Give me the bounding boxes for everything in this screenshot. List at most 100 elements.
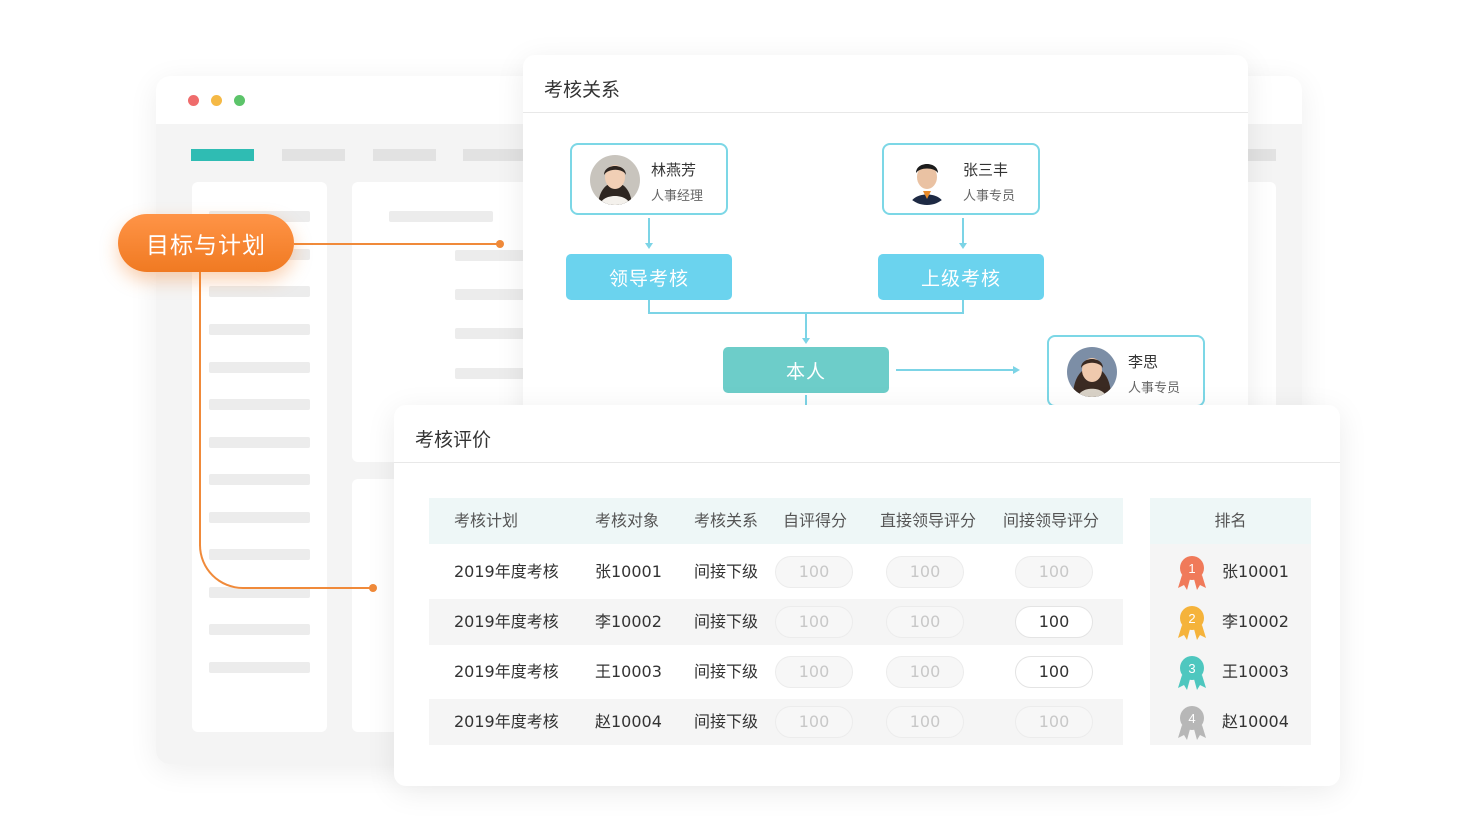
relation-card-title: 考核关系 [544,79,621,101]
target-cell: 张10001 [595,562,662,581]
subordinate-person-card[interactable]: 李思 人事专员 [1047,335,1205,407]
ranking-row[interactable]: 4 赵10004 [1150,699,1311,745]
table-row[interactable]: 2019年度考核 李10002 间接下级 100 100 100 [429,599,1123,645]
window-maximize-dot[interactable] [234,95,245,106]
column-header: 考核关系 [694,511,759,530]
medal-icon: 2 [1178,606,1206,640]
ranking-row[interactable]: 2 李10002 [1150,599,1311,645]
medal-rank-number: 4 [1188,711,1195,726]
window-minimize-dot[interactable] [211,95,222,106]
direct-score-field[interactable]: 100 [886,706,964,738]
flow-line [648,218,650,244]
target-cell: 李10002 [595,612,662,631]
target-cell: 赵10004 [595,712,662,731]
placeholder-line [209,512,310,523]
medal-rank-number: 3 [1188,661,1195,676]
column-header: 自评得分 [783,511,848,530]
placeholder-line [209,286,310,297]
column-header: 考核对象 [595,511,660,530]
person-role: 人事专员 [1128,381,1181,396]
table-header: 考核计划 考核对象 考核关系 自评得分 直接领导评分 间接领导评分 [429,498,1123,544]
person-name: 李思 [1128,353,1159,371]
placeholder-line [209,437,310,448]
placeholder-line [209,362,310,373]
placeholder-tab[interactable] [463,149,526,161]
evaluation-card-title: 考核评价 [415,429,492,451]
tag-connector-line [199,266,201,546]
placeholder-tab[interactable] [282,149,345,161]
ranking-name: 李10002 [1222,612,1289,631]
ranking-name: 张10001 [1222,562,1289,581]
avatar [902,155,952,205]
medal-rank-number: 1 [1188,561,1195,576]
direct-score-field[interactable]: 100 [886,656,964,688]
connector-dot [369,584,377,592]
plan-cell: 2019年度考核 [454,612,559,631]
placeholder-line [389,211,493,222]
table-row[interactable]: 2019年度考核 张10001 间接下级 100 100 100 [429,549,1123,595]
placeholder-line [209,399,310,410]
ranking-name: 赵10004 [1222,712,1289,731]
window-close-dot[interactable] [188,95,199,106]
medal-icon: 4 [1178,706,1206,740]
flow-line [896,369,1013,371]
placeholder-line [209,662,310,673]
self-score-field[interactable]: 100 [775,706,853,738]
self-score-field[interactable]: 100 [775,556,853,588]
person-role: 人事专员 [963,189,1016,204]
placeholder-line [209,474,310,485]
leader-person-card[interactable]: 林燕芳 人事经理 [570,143,728,215]
arrow-down-icon [645,243,653,249]
flow-line [962,218,964,244]
arrow-right-icon [1013,366,1020,374]
indirect-score-field[interactable]: 100 [1015,606,1093,638]
person-name: 林燕芳 [651,161,697,179]
card-divider [523,112,1248,113]
arrow-down-icon [802,338,810,344]
card-divider [394,462,1340,463]
indirect-score-field[interactable]: 100 [1015,706,1093,738]
placeholder-tab[interactable] [373,149,436,161]
placeholder-tab-active[interactable] [191,149,254,161]
column-header: 间接领导评分 [1003,511,1100,530]
ranking-header: 排名 [1150,498,1311,544]
placeholder-line [209,324,310,335]
leader-review-box[interactable]: 领导考核 [566,254,732,300]
tag-connector-line [294,243,498,245]
medal-rank-number: 2 [1188,611,1195,626]
target-cell: 王10003 [595,662,662,681]
avatar [1067,347,1117,397]
plan-cell: 2019年度考核 [454,662,559,681]
relation-cell: 间接下级 [694,562,759,581]
medal-icon: 1 [1178,556,1206,590]
superior-person-card[interactable]: 张三丰 人事专员 [882,143,1040,215]
self-box[interactable]: 本人 [723,347,889,393]
person-name: 张三丰 [963,161,1009,179]
indirect-score-field[interactable]: 100 [1015,556,1093,588]
goals-plans-tag[interactable]: 目标与计划 [118,214,294,272]
ranking-row[interactable]: 1 张10001 [1150,549,1311,595]
ranking-panel: 排名 1 张10001 2 李10002 3 王10003 4 赵10004 [1150,498,1311,745]
person-role: 人事经理 [651,189,704,204]
relation-cell: 间接下级 [694,712,759,731]
medal-icon: 3 [1178,656,1206,690]
plan-cell: 2019年度考核 [454,562,559,581]
table-row[interactable]: 2019年度考核 王10003 间接下级 100 100 100 [429,649,1123,695]
tag-connector-line [246,587,370,589]
ranking-name: 王10003 [1222,662,1289,681]
direct-score-field[interactable]: 100 [886,556,964,588]
column-header: 考核计划 [454,511,519,530]
table-row[interactable]: 2019年度考核 赵10004 间接下级 100 100 100 [429,699,1123,745]
self-score-field[interactable]: 100 [775,606,853,638]
arrow-down-icon [959,243,967,249]
placeholder-line [209,624,310,635]
superior-review-box[interactable]: 上级考核 [878,254,1044,300]
ranking-row[interactable]: 3 王10003 [1150,649,1311,695]
placeholder-tab[interactable] [1248,149,1276,161]
indirect-score-field[interactable]: 100 [1015,656,1093,688]
direct-score-field[interactable]: 100 [886,606,964,638]
avatar [590,155,640,205]
connector-dot [496,240,504,248]
flow-line [805,313,807,339]
self-score-field[interactable]: 100 [775,656,853,688]
